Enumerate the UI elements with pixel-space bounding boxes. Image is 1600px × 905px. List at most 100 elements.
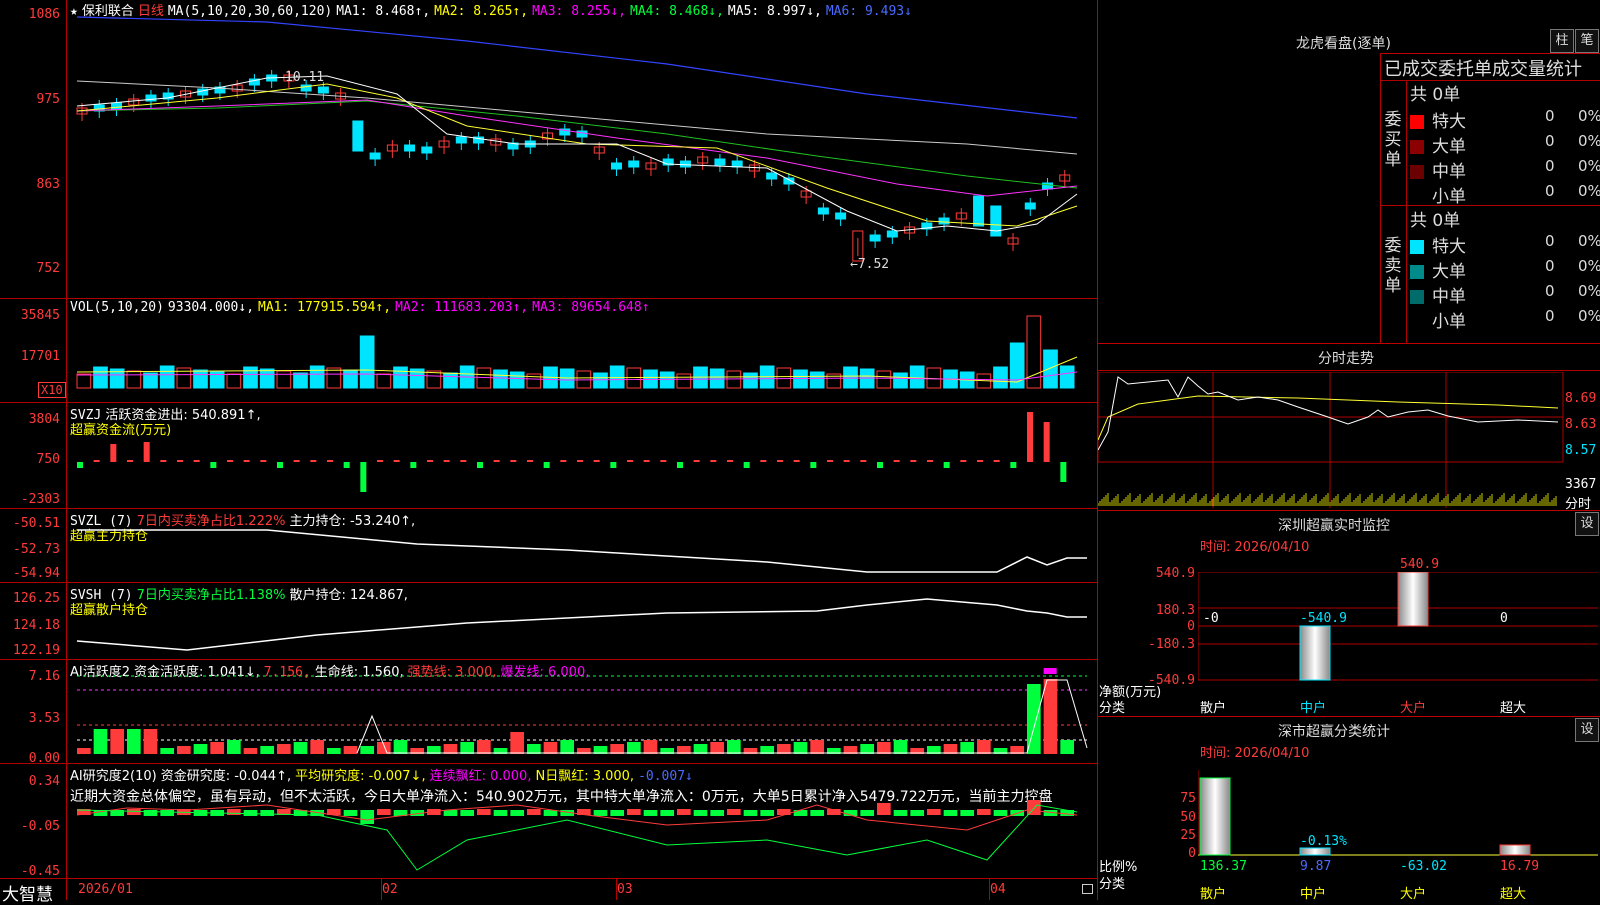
ai-research-bar: [610, 810, 624, 816]
candle: [886, 230, 898, 238]
sz-monitor-chart: [1198, 572, 1598, 681]
class-value-mid: 9.87: [1300, 859, 1332, 874]
ai-research-bar: [377, 809, 391, 815]
row-name: 中单: [1432, 162, 1466, 182]
ai-research-bar: [710, 810, 724, 816]
row-pct: 0%: [1578, 282, 1600, 300]
sell-orders-label: 委卖单: [1384, 236, 1402, 296]
ai-research-bar: [493, 810, 508, 816]
row-count: 0: [1545, 182, 1555, 200]
volume-bar: [159, 365, 175, 389]
ai-research-bar: [677, 809, 691, 815]
ai-active-bar: [227, 740, 241, 754]
ai-research-bar: [593, 810, 608, 816]
row-pct: 0%: [1578, 132, 1600, 150]
y-tick-752: 752: [36, 261, 60, 276]
ai-active-bar: [93, 729, 108, 754]
ai-research-text1: 资金研究度: -0.044↑,: [160, 769, 292, 784]
volume-bar: [193, 369, 208, 389]
candles-group: [76, 70, 1071, 262]
intraday-chart[interactable]: [1098, 372, 1568, 508]
svzj-bar: [493, 460, 500, 462]
intraday-price-3: 8.57: [1565, 443, 1597, 458]
ai-research-bar: [627, 809, 641, 815]
intraday-vol: 3367: [1565, 477, 1597, 492]
svzj-bar: [727, 460, 733, 462]
ai-research-bar: [527, 809, 541, 815]
ai-research-bar: [993, 810, 1008, 816]
ai-active-bar: [810, 740, 824, 754]
ai-research-bar: [943, 810, 958, 816]
ai-active-bar: [627, 742, 641, 754]
class-cat-super: 超大: [1500, 887, 1527, 902]
ai-active-bar: [177, 746, 191, 754]
svzj-bar: [243, 460, 250, 462]
svzj-tick-3: -2303: [20, 492, 60, 507]
volume-bar: [909, 365, 925, 389]
monitor-y4: -180.3: [1148, 637, 1195, 652]
svzj-bar: [660, 460, 667, 462]
lock-icon[interactable]: [1082, 884, 1093, 894]
svsh-chart: [76, 598, 1087, 651]
monitor-y2: 180.3: [1155, 603, 1195, 618]
divider-svsh: [0, 582, 1097, 583]
ai-research-bar: [143, 810, 158, 816]
sz-monitor-settings-button[interactable]: 设: [1575, 512, 1599, 536]
candle: [317, 86, 329, 94]
ai-active-tick-1: 7.16: [28, 669, 60, 684]
ai-active-bar: [210, 742, 224, 754]
volume-bar: [126, 370, 142, 389]
monitor-y3: 0: [1187, 619, 1195, 634]
candle: [628, 160, 640, 168]
volume-bar: [676, 373, 692, 389]
ai-active-bar: [1060, 740, 1074, 754]
svzj-bar: [1043, 422, 1050, 462]
candlestick-chart[interactable]: 10.11 ←7.52: [67, 16, 1097, 298]
volume-bar: [359, 335, 375, 389]
row-pct: 0%: [1578, 182, 1600, 200]
bar-view-button[interactable]: 柱: [1550, 29, 1574, 53]
ai-research-bar: [860, 810, 874, 816]
y-tick-975: 975: [36, 92, 60, 107]
ai-research-bar: [160, 810, 174, 816]
volume-bar: [726, 370, 742, 389]
svzj-bar: [810, 462, 817, 468]
svzj-bar: [443, 460, 450, 462]
svzj-bar: [593, 460, 600, 462]
y-tick-863: 863: [36, 177, 60, 192]
ai-research-tick-3: -0.45: [20, 864, 60, 879]
monitor-label-mid: -540.9: [1300, 611, 1347, 626]
svzj-bar: [627, 460, 633, 462]
ma1-line: [76, 75, 1078, 232]
ai-research-bar: [643, 810, 658, 816]
svzl-chart: [77, 529, 1087, 573]
ma3-line: [76, 99, 1078, 197]
ai-research-text5: -0.007↓: [638, 769, 693, 784]
svzj-bar: [177, 460, 183, 462]
date-03: 03: [617, 882, 633, 897]
svzj-bar: [943, 462, 950, 468]
svzj-bar: [877, 462, 883, 468]
ai-active-bar: [160, 748, 174, 754]
color-swatch: [1410, 140, 1424, 154]
svzj-bar: [527, 460, 533, 462]
class-stats-settings-button[interactable]: 设: [1575, 718, 1599, 742]
ai-research-text3: 连续飘红: 0.000,: [429, 769, 532, 784]
volume-bar: [393, 366, 408, 389]
ai-research-bar: [693, 810, 708, 816]
row-count: 0: [1545, 132, 1555, 150]
class-cat-retail: 散户: [1200, 887, 1227, 902]
svzj-bar: [77, 462, 83, 468]
svzj-bar: [127, 460, 133, 462]
svzj-bar: [477, 462, 483, 468]
ai-active-bar: [127, 729, 141, 754]
candle: [766, 172, 778, 180]
sell-row-1: 大单: [1410, 257, 1466, 282]
ai-research-label: AI研究度2(10): [70, 769, 157, 784]
row-count: 0: [1545, 257, 1555, 275]
monitor-cat-large: 大户: [1400, 701, 1427, 716]
svzj-bar: [143, 442, 150, 462]
tick-view-button[interactable]: 笔: [1575, 29, 1599, 53]
divider-ai-active: [0, 659, 1097, 660]
divider-vol: [0, 298, 1097, 299]
